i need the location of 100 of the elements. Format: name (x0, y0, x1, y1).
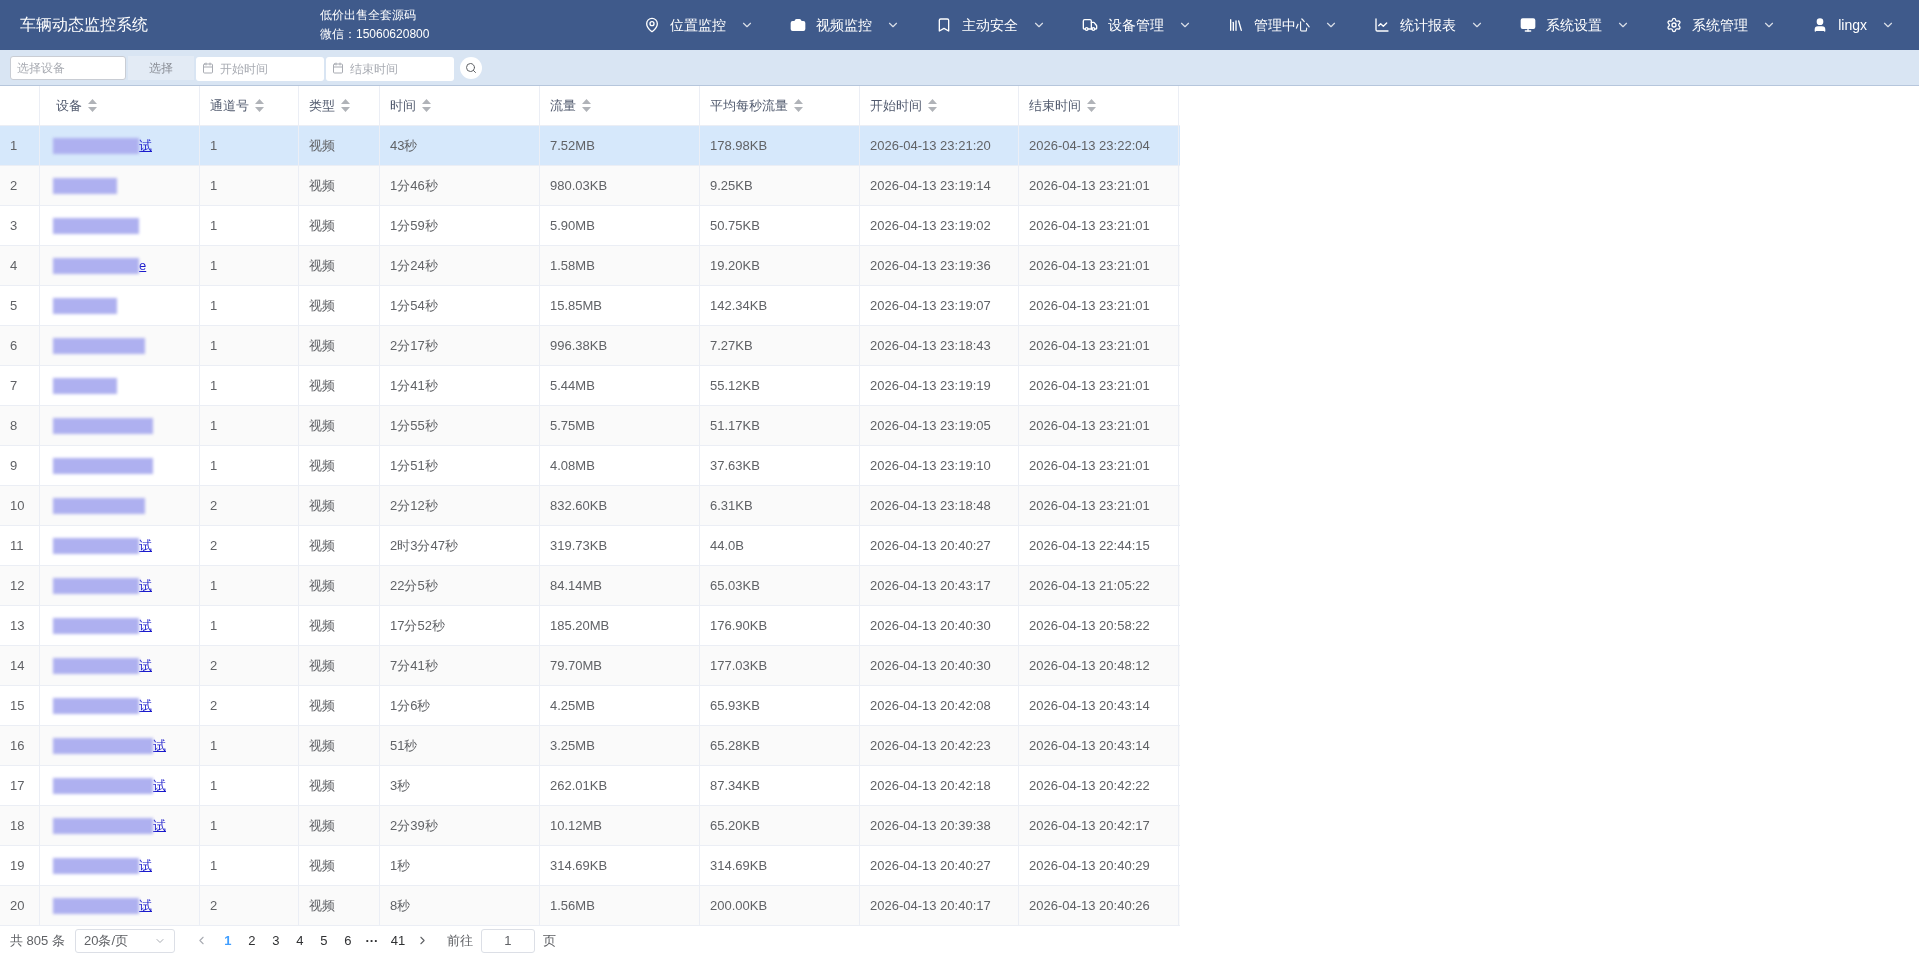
table-row[interactable]: 9 1 视频 1分51秒 4.08MB 37.63KB 2026-04-13 23:19:10 2026-04-13 23:21:01 (0, 446, 1180, 486)
table-row[interactable]: 3 1 视频 1分59秒 5.90MB 50.75KB 2026-04-13 23:19:02 2026-04-13 23:21:01 (0, 206, 1180, 246)
device-link[interactable]: 试 (153, 735, 166, 756)
page-size-select[interactable]: 20条/页 (74, 928, 175, 953)
table-cell-text: 1分59秒 (390, 216, 438, 235)
nav-menu[interactable]: 位置监控 (626, 0, 773, 50)
table-cell-text: 2分17秒 (390, 336, 438, 355)
table-cell-text: 832.60KB (550, 496, 608, 515)
device-link[interactable]: 试 (139, 895, 152, 916)
table-cell-text: 2026-04-13 23:21:01 (1029, 296, 1150, 315)
device-link[interactable]: 试 (139, 655, 152, 676)
nav-menu[interactable]: 管理中心 (1210, 0, 1357, 50)
table-cell-text: 视频 (309, 496, 335, 515)
row-number: 13 (10, 616, 25, 635)
table-cell-text: 7.52MB (550, 136, 595, 155)
nav-menu[interactable]: 系统设置 (1502, 0, 1649, 50)
sort-icon[interactable] (928, 99, 937, 112)
table-cell-text: 200.00KB (710, 896, 768, 915)
device-link[interactable]: 试 (139, 615, 152, 636)
table-row[interactable]: 4 e 1 视频 1分24秒 1.58MB 19.20KB 2026-04-13 23:19:36 2026-04-13 23:21:01 (0, 246, 1180, 286)
device-link[interactable]: 试 (139, 535, 152, 556)
device-link[interactable]: 试 (153, 775, 166, 796)
sort-icon[interactable] (88, 99, 97, 112)
table-cell-text: 65.20KB (710, 816, 760, 835)
table-cell-text: 2026-04-13 20:58:22 (1029, 616, 1150, 635)
sort-icon[interactable] (582, 99, 591, 112)
row-number: 4 (10, 256, 18, 275)
table-cell-text: 视频 (309, 296, 335, 315)
page-number[interactable]: 4 (287, 930, 312, 951)
nav-menu[interactable]: 视频监控 (772, 0, 919, 50)
table-cell-text: 2026-04-13 20:43:14 (1029, 696, 1150, 715)
page-number[interactable]: 6 (335, 930, 360, 951)
table-row[interactable]: 13 试 1 视频 17分52秒 185.20MB 176.90KB 2026-04-13 20:40:30 2026-04-13 20:58:22 (0, 606, 1180, 646)
page-number[interactable]: 2 (239, 930, 264, 951)
device-link[interactable]: e (139, 255, 147, 276)
page-field[interactable]: 1 (480, 928, 535, 953)
table-row[interactable]: 2 1 视频 1分46秒 980.03KB 9.25KB 2026-04-13 23:19:14 2026-04-13 23:21:01 (0, 166, 1180, 206)
table-cell-text: 4.08MB (550, 456, 595, 475)
table-cell-text: 1分55秒 (390, 416, 438, 435)
table-row[interactable]: 5 1 视频 1分54秒 15.85MB 142.34KB 2026-04-13 23:19:07 2026-04-13 23:21:01 (0, 286, 1180, 326)
table-row[interactable]: 7 1 视频 1分41秒 5.44MB 55.12KB 2026-04-13 23:19:19 2026-04-13 23:21:01 (0, 366, 1180, 406)
device-link[interactable]: 试 (153, 815, 166, 836)
table-row[interactable]: 14 试 2 视频 7分41秒 79.70MB 177.03KB 2026-04-13 20:40:30 2026-04-13 20:48:12 (0, 646, 1180, 686)
nav-menu[interactable]: lingx (1794, 0, 1913, 50)
nav-menu[interactable]: 主动安全 (918, 0, 1065, 50)
table-cell-text: 1.58MB (550, 256, 595, 275)
row-number: 2 (10, 176, 18, 195)
table-cell-text: 1.56MB (550, 896, 595, 915)
search-button[interactable] (460, 56, 482, 79)
table-row[interactable]: 16 试 1 视频 51秒 3.25MB 65.28KB 2026-04-13 20:42:23 2026-04-13 20:43:14 (0, 726, 1180, 766)
device-link[interactable]: 试 (139, 855, 152, 876)
page-ellipsis[interactable]: ··· (359, 930, 384, 951)
table-cell-text: 7.27KB (710, 336, 753, 355)
page-number[interactable]: 41 (383, 930, 412, 951)
table-cell-text: 2026-04-13 23:21:01 (1029, 456, 1150, 475)
table-row[interactable]: 8 1 视频 1分55秒 5.75MB 51.17KB 2026-04-13 23:19:05 2026-04-13 23:21:01 (0, 406, 1180, 446)
table-cell-text: 2分39秒 (390, 816, 438, 835)
table-cell-text: 17分52秒 (390, 616, 445, 635)
start-time-field[interactable]: 开始时间 (196, 56, 324, 81)
row-number: 10 (10, 496, 25, 515)
sort-icon[interactable] (422, 99, 431, 112)
table-cell-text: 2时3分47秒 (390, 536, 458, 555)
sort-icon[interactable] (255, 99, 264, 112)
device-link[interactable]: 试 (139, 695, 152, 716)
table-row[interactable]: 12 试 1 视频 22分5秒 84.14MB 65.03KB 2026-04-13 20:43:17 2026-04-13 21:05:22 (0, 566, 1180, 606)
table-row[interactable]: 11 试 2 视频 2时3分47秒 319.73KB 44.0B 2026-04-13 20:40:27 2026-04-13 22:44:15 (0, 526, 1180, 566)
device-link[interactable]: 试 (139, 135, 152, 156)
table-row[interactable]: 17 试 1 视频 3秒 262.01KB 87.34KB 2026-04-13 20:42:18 2026-04-13 20:42:22 (0, 766, 1180, 806)
table-row[interactable]: 1 试 1 视频 43秒 7.52MB 178.98KB 2026-04-13 23:21:20 2026-04-13 23:22:04 (0, 126, 1180, 166)
device-field[interactable]: 选择设备 (10, 55, 126, 80)
end-time-field[interactable]: 结束时间 (326, 56, 454, 81)
table-cell-text: 视频 (309, 816, 335, 835)
table-cell-text: 2026-04-13 23:19:36 (870, 256, 991, 275)
table-row[interactable]: 6 1 视频 2分17秒 996.38KB 7.27KB 2026-04-13 23:18:43 2026-04-13 23:21:01 (0, 326, 1180, 366)
nav-menu[interactable]: 统计报表 (1356, 0, 1503, 50)
table-cell-text: 2026-04-13 20:40:30 (870, 616, 991, 635)
sort-icon[interactable] (1087, 99, 1096, 112)
sort-icon[interactable] (341, 99, 350, 112)
table-row[interactable]: 20 试 2 视频 8秒 1.56MB 200.00KB 2026-04-13 20:40:17 2026-04-13 20:40:26 (0, 886, 1180, 926)
device-link[interactable]: 试 (139, 575, 152, 596)
table-cell-text: 996.38KB (550, 336, 608, 355)
table-cell-text: 55.12KB (710, 376, 760, 395)
table-cell-text: 980.03KB (550, 176, 608, 195)
nav-menu[interactable]: 系统管理 (1648, 0, 1795, 50)
table-row[interactable]: 19 试 1 视频 1秒 314.69KB 314.69KB 2026-04-13 20:40:27 2026-04-13 20:40:29 (0, 846, 1180, 886)
table-row[interactable]: 10 2 视频 2分12秒 832.60KB 6.31KB 2026-04-13 23:18:48 2026-04-13 23:21:01 (0, 486, 1180, 526)
promo-text: 低价出售全套源码 (320, 7, 417, 24)
nav-menu[interactable]: 设备管理 (1064, 0, 1211, 50)
row-number: 9 (10, 456, 18, 475)
table-cell-text: 177.03KB (710, 656, 768, 675)
table-cell-text: 视频 (309, 696, 335, 715)
sort-icon[interactable] (794, 99, 803, 112)
table-row[interactable]: 15 试 2 视频 1分6秒 4.25MB 65.93KB 2026-04-13 20:42:08 2026-04-13 20:43:14 (0, 686, 1180, 726)
table-row[interactable]: 18 试 1 视频 2分39秒 10.12MB 65.20KB 2026-04-13 20:39:38 2026-04-13 20:42:17 (0, 806, 1180, 846)
page-number[interactable]: 3 (263, 930, 288, 951)
table-cell-text: 2026-04-13 20:40:30 (870, 656, 991, 675)
table-cell-text: 1 (210, 856, 218, 875)
chart-icon (1374, 17, 1391, 33)
page-number[interactable]: 5 (311, 930, 336, 951)
table-cell-text: 44.0B (710, 536, 744, 555)
